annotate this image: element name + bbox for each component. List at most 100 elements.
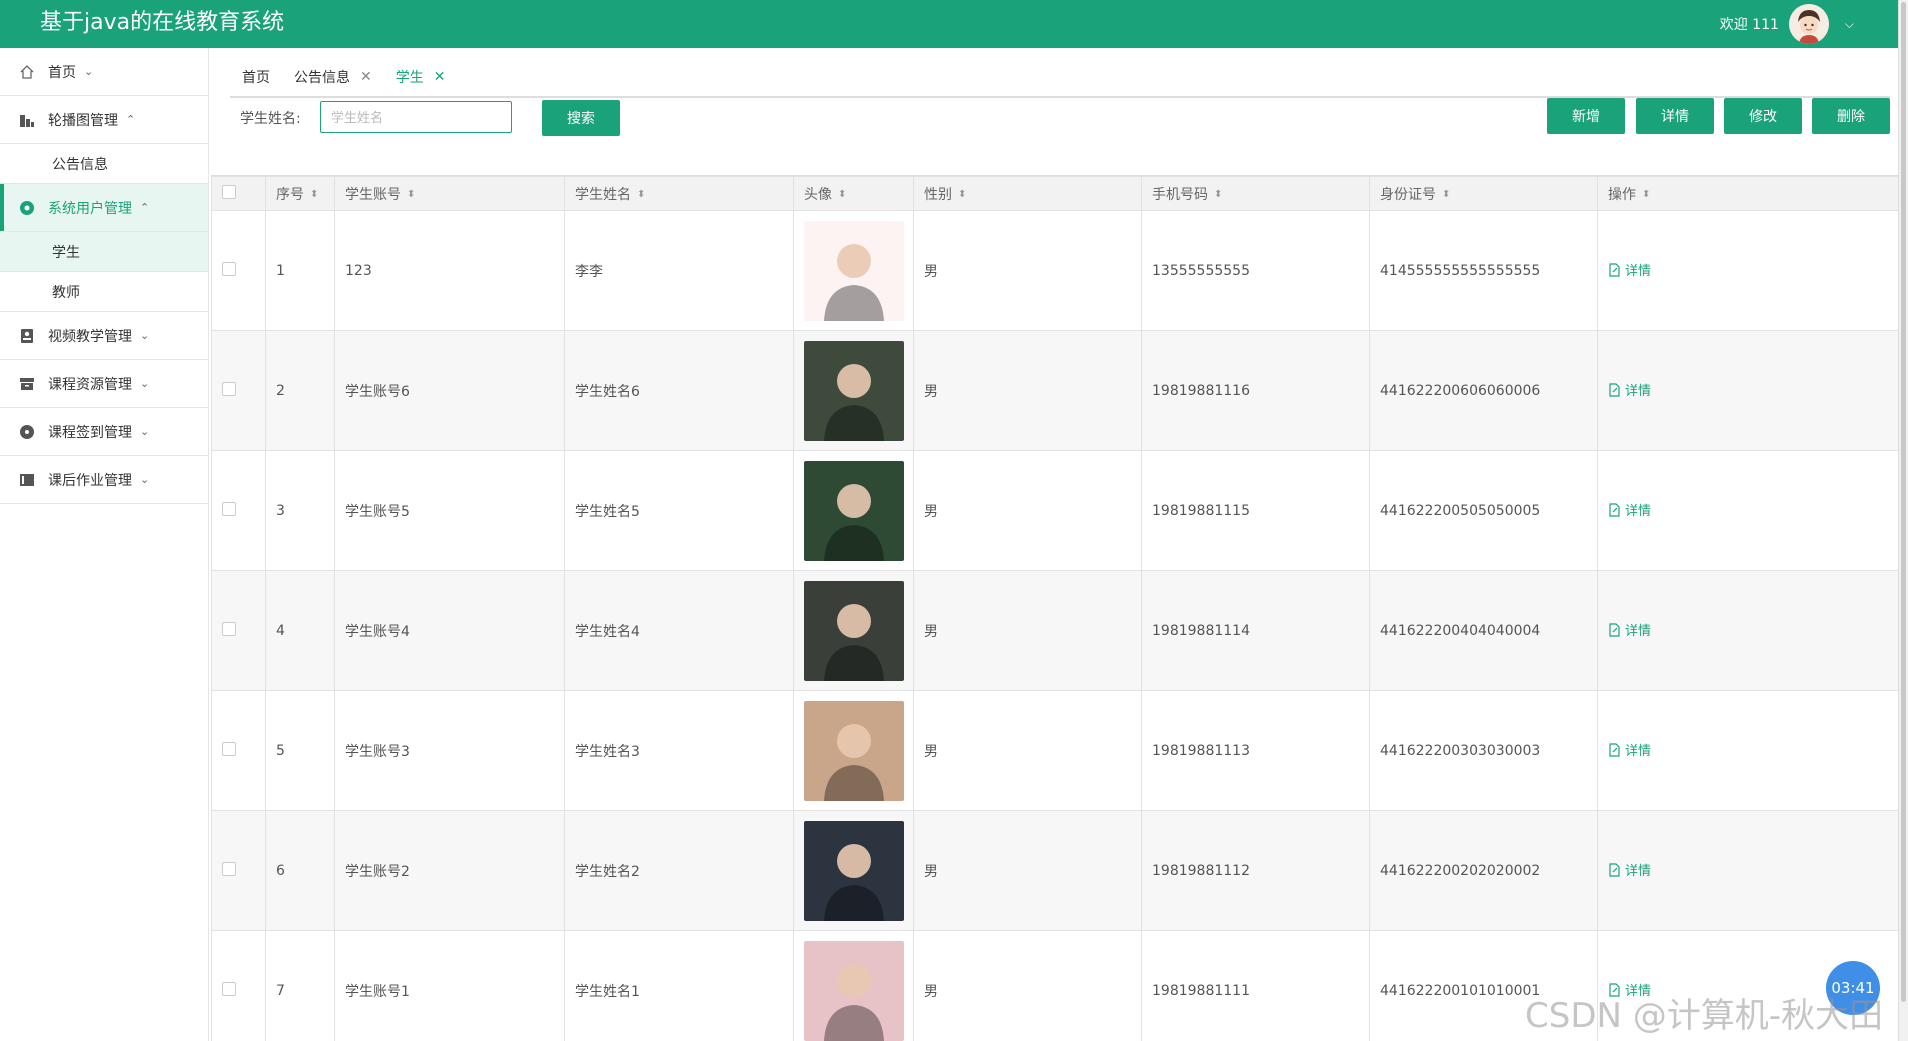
- student-photo: [804, 940, 904, 1041]
- column-header[interactable]: 身份证号 ⬍: [1369, 176, 1598, 211]
- cell-id-card: 414555555555555555: [1369, 210, 1598, 331]
- row-select-cell[interactable]: [211, 450, 266, 571]
- close-icon[interactable]: ✕: [434, 69, 446, 85]
- row-detail-label: 详情: [1625, 504, 1652, 520]
- welcome-text: 欢迎 111: [1719, 17, 1779, 33]
- user-area[interactable]: 欢迎 111 ⌵: [1720, 4, 1854, 44]
- sidebar-item-checkin[interactable]: 课程签到管理 ⌄: [0, 408, 208, 456]
- edit-doc-icon: [1609, 623, 1620, 637]
- sidebar-item-label: 系统用户管理: [48, 200, 132, 217]
- row-detail-link[interactable]: 详情: [1608, 740, 1651, 759]
- tab-notice[interactable]: 公告信息 ✕: [282, 57, 384, 97]
- detail-button[interactable]: 详情: [1636, 98, 1714, 134]
- cell-no: 7: [265, 930, 335, 1041]
- building-icon: [18, 111, 36, 129]
- sidebar-item-resources[interactable]: 课程资源管理 ⌄: [0, 360, 208, 408]
- chevron-up-icon: ⌃: [140, 201, 150, 214]
- chevron-down-icon: ⌄: [140, 473, 150, 486]
- sort-icon[interactable]: ⬍: [1214, 189, 1222, 199]
- row-checkbox[interactable]: [222, 621, 236, 636]
- column-header[interactable]: 操作 ⬍: [1597, 176, 1898, 211]
- cell-phone: 19819881112: [1141, 810, 1370, 931]
- cell-actions: 详情: [1597, 690, 1898, 811]
- delete-button[interactable]: 删除: [1812, 98, 1890, 134]
- sidebar-subitem-teacher[interactable]: 教师: [0, 272, 208, 312]
- sidebar-subitem-student[interactable]: 学生: [0, 232, 208, 272]
- disc-icon: [18, 423, 36, 441]
- cell-phone: 19819881114: [1141, 570, 1370, 691]
- close-icon[interactable]: ✕: [360, 69, 372, 85]
- row-select-cell[interactable]: [211, 570, 266, 691]
- cell-gender: 男: [913, 450, 1142, 571]
- cell-name: 学生姓名1: [564, 930, 794, 1041]
- row-detail-link[interactable]: 详情: [1608, 260, 1651, 279]
- cell-no: 5: [265, 690, 335, 811]
- cell-account: 学生账号2: [334, 810, 565, 931]
- chevron-down-icon[interactable]: ⌵: [1845, 17, 1854, 32]
- sidebar-item-homework[interactable]: 课后作业管理 ⌄: [0, 456, 208, 504]
- sidebar-item-carousel[interactable]: 轮播图管理 ⌃: [0, 96, 208, 144]
- row-checkbox[interactable]: [222, 381, 236, 396]
- column-header[interactable]: 学生姓名 ⬍: [564, 176, 794, 211]
- sort-icon[interactable]: ⬍: [1642, 189, 1650, 199]
- edit-button[interactable]: 修改: [1724, 98, 1802, 134]
- column-header[interactable]: 头像 ⬍: [793, 176, 914, 211]
- row-checkbox[interactable]: [222, 981, 236, 996]
- tab-student[interactable]: 学生 ✕: [384, 57, 458, 97]
- sidebar-item-home[interactable]: 首页 ⌄: [0, 48, 208, 96]
- sort-icon[interactable]: ⬍: [958, 189, 966, 199]
- row-select-cell[interactable]: [211, 810, 266, 931]
- page-scrollbar[interactable]: [1898, 0, 1908, 1041]
- tab-bar: 首页 公告信息 ✕ 学生 ✕: [230, 58, 1890, 98]
- sort-icon[interactable]: ⬍: [637, 189, 645, 199]
- table-header-row: 序号 ⬍ 学生账号 ⬍ 学生姓名 ⬍ 头像 ⬍ 性别 ⬍ 手机号码 ⬍ 身份证号 ⬍ 操作 ⬍: [211, 176, 1898, 211]
- sort-icon[interactable]: ⬍: [310, 189, 318, 199]
- sidebar-subitem-notice[interactable]: 公告信息: [0, 144, 208, 184]
- sort-icon[interactable]: ⬍: [407, 189, 415, 199]
- table-row: 4 学生账号4 学生姓名4 男 19819881114 44162220040404000…: [211, 570, 1898, 691]
- row-detail-link[interactable]: 详情: [1608, 380, 1651, 399]
- cell-no: 2: [265, 330, 335, 451]
- sidebar-item-system-users[interactable]: 系统用户管理 ⌃: [0, 184, 208, 232]
- scrollbar-thumb[interactable]: [1901, 2, 1906, 1002]
- row-select-cell[interactable]: [211, 330, 266, 451]
- sort-icon[interactable]: ⬍: [1442, 189, 1450, 199]
- student-photo: [804, 340, 904, 441]
- search-input[interactable]: [320, 101, 512, 133]
- avatar-icon: [1788, 4, 1829, 44]
- cell-gender: 男: [913, 810, 1142, 931]
- select-all-checkbox[interactable]: [222, 184, 236, 199]
- sidebar-item-video[interactable]: 视频教学管理 ⌄: [0, 312, 208, 360]
- column-header[interactable]: 序号 ⬍: [265, 176, 335, 211]
- row-checkbox[interactable]: [222, 741, 236, 756]
- sidebar-item-label: 轮播图管理: [48, 112, 118, 129]
- row-detail-link[interactable]: 详情: [1608, 860, 1651, 879]
- row-detail-label: 详情: [1625, 744, 1652, 760]
- cell-account: 学生账号1: [334, 930, 565, 1041]
- table-row: 3 学生账号5 学生姓名5 男 19819881115 44162220050505000…: [211, 450, 1898, 571]
- chevron-up-icon: ⌃: [126, 113, 136, 126]
- add-button[interactable]: 新增: [1547, 98, 1625, 134]
- sort-icon[interactable]: ⬍: [838, 189, 846, 199]
- column-header[interactable]: 手机号码 ⬍: [1141, 176, 1370, 211]
- edit-doc-icon: [1609, 503, 1620, 517]
- row-select-cell[interactable]: [211, 210, 266, 331]
- row-select-cell[interactable]: [211, 930, 266, 1041]
- user-avatar[interactable]: [1788, 4, 1829, 44]
- row-checkbox[interactable]: [222, 501, 236, 516]
- row-select-cell[interactable]: [211, 690, 266, 811]
- row-checkbox[interactable]: [222, 861, 236, 876]
- student-photo: [804, 580, 904, 681]
- cell-account: 学生账号6: [334, 330, 565, 451]
- row-detail-link[interactable]: 详情: [1608, 500, 1651, 519]
- search-button[interactable]: 搜索: [542, 100, 620, 136]
- select-all-cell[interactable]: [211, 176, 266, 211]
- column-header[interactable]: 学生账号 ⬍: [334, 176, 565, 211]
- column-header[interactable]: 性别 ⬍: [913, 176, 1142, 211]
- row-detail-link[interactable]: 详情: [1608, 620, 1651, 639]
- student-photo: [804, 460, 904, 561]
- tab-home[interactable]: 首页: [230, 57, 282, 97]
- cell-id-card: 441622200404040004: [1369, 570, 1598, 691]
- cell-name: 学生姓名2: [564, 810, 794, 931]
- row-checkbox[interactable]: [222, 261, 236, 276]
